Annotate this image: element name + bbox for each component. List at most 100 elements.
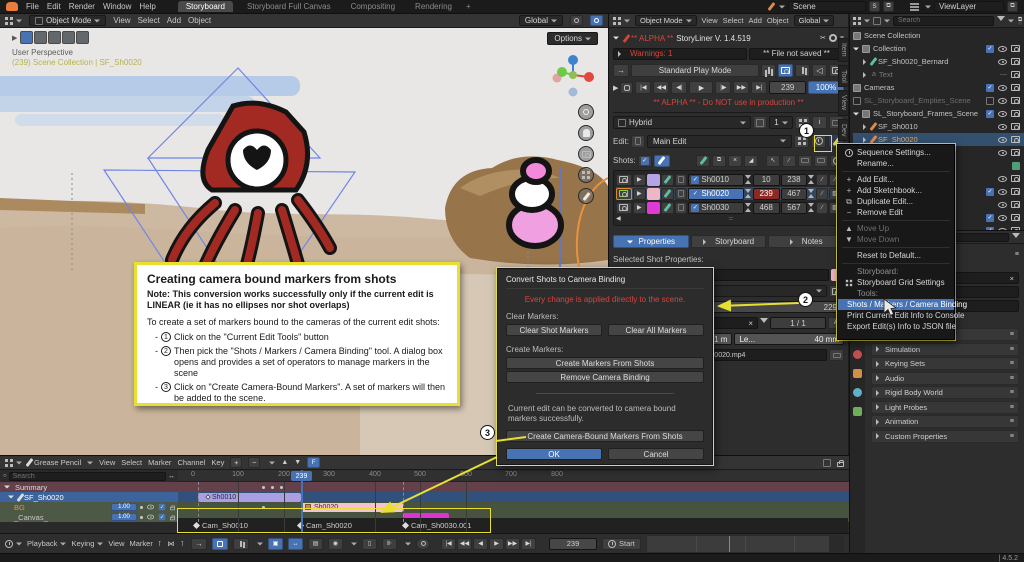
- select-box-tool-button[interactable]: [34, 31, 47, 44]
- panel-options-icon[interactable]: ≡: [1015, 251, 1019, 258]
- edit-name-dropdown[interactable]: Main Edit: [647, 135, 792, 148]
- proportional-edit-button[interactable]: [590, 15, 603, 26]
- include-checkbox[interactable]: [986, 97, 994, 105]
- next-key-button[interactable]: ▶▶: [505, 538, 520, 550]
- menu-item-add-edit[interactable]: +Add Edit...: [838, 174, 954, 185]
- shot-extra-a-icon[interactable]: ∕: [816, 202, 828, 214]
- hide-eye-icon[interactable]: [147, 515, 154, 520]
- hide-eye-icon[interactable]: [998, 46, 1007, 52]
- transform-orientation-dropdown[interactable]: Global: [519, 15, 563, 26]
- create-markers-from-shots-button[interactable]: Create Markers From Shots: [506, 357, 704, 369]
- edit-page-icon[interactable]: [631, 135, 645, 148]
- jump-end-button[interactable]: ▶|: [751, 81, 767, 94]
- data-tab-icon[interactable]: [853, 407, 862, 416]
- shot-goto-icon[interactable]: ▶: [633, 202, 646, 214]
- menu-render[interactable]: Render: [69, 2, 95, 11]
- speaker-icon[interactable]: ◁: [812, 64, 827, 77]
- render-camera-icon[interactable]: [1011, 84, 1020, 91]
- marker-cam-sh0030[interactable]: Cam_Sh0030.001: [403, 521, 471, 530]
- render-camera-icon[interactable]: [1011, 45, 1020, 52]
- include-checkbox[interactable]: ✓: [986, 45, 994, 53]
- play-mode-arrow-button[interactable]: →: [613, 64, 629, 77]
- menu-view[interactable]: View: [113, 16, 130, 25]
- menu-item-move-up[interactable]: ▲Move Up: [838, 223, 954, 234]
- onion-button[interactable]: ▣: [268, 538, 283, 550]
- shot-draw-icon[interactable]: [661, 188, 674, 200]
- blender-logo-icon[interactable]: [6, 2, 18, 11]
- menu-item-duplicate-edit[interactable]: ⧉Duplicate Edit...: [838, 196, 954, 207]
- menu-edit[interactable]: Edit: [47, 2, 61, 11]
- frame-a-icon[interactable]: [798, 155, 812, 167]
- world-tab-icon[interactable]: [853, 350, 862, 359]
- shot-extra-a-icon[interactable]: ∕: [816, 188, 828, 200]
- info-icon[interactable]: i: [812, 116, 827, 129]
- outliner-row-cameras[interactable]: Cameras ✓: [853, 81, 1024, 94]
- hide-eye-icon[interactable]: [147, 505, 154, 510]
- hide-eye-icon[interactable]: [998, 111, 1007, 117]
- move-down-icon[interactable]: ▼: [294, 459, 301, 466]
- outliner-search-input[interactable]: [893, 16, 994, 26]
- menu-object[interactable]: Object: [188, 16, 211, 25]
- render-camera-icon[interactable]: [1011, 58, 1020, 65]
- next-key-button[interactable]: ▶▶: [733, 81, 749, 94]
- strip-sh0020[interactable]: Sh0020: [301, 503, 403, 512]
- select-lasso-tool-button[interactable]: [62, 31, 75, 44]
- shot-storyboard-icon[interactable]: [675, 174, 688, 186]
- shot-start-cell[interactable]: 10: [753, 174, 780, 186]
- menu-select[interactable]: Select: [138, 16, 160, 25]
- render-camera-icon[interactable]: [1011, 149, 1020, 156]
- tab-properties[interactable]: Properties: [613, 235, 689, 248]
- menu-file[interactable]: File: [26, 2, 39, 11]
- object-channel-row[interactable]: SF_Sh0020 Sh0010: [0, 492, 849, 502]
- create-camera-bound-markers-button[interactable]: Create Camera-Bound Markers From Shots: [506, 430, 704, 442]
- current-frame-field[interactable]: 239: [769, 81, 806, 94]
- toolbar-toggle-icon[interactable]: ▶: [12, 34, 17, 42]
- shot-start-cell[interactable]: 239: [753, 188, 780, 200]
- menu-item-shots-markers-camera-binding[interactable]: Shots / Markers / Camera Binding: [838, 299, 954, 310]
- start-frame-field[interactable]: Start: [602, 538, 641, 550]
- tab-rendering[interactable]: Rendering: [409, 1, 458, 12]
- move-shot-icon[interactable]: ↖: [766, 155, 780, 167]
- lock-icon[interactable]: [170, 507, 175, 511]
- section-audio[interactable]: Audio≡: [871, 372, 1019, 385]
- menu-help[interactable]: Help: [139, 2, 155, 11]
- outliner-row-bernard[interactable]: SF_Sh0020_Bernard: [853, 55, 1024, 68]
- dialog-title[interactable]: Convert Shots to Camera Binding: [506, 273, 704, 289]
- shot-goto-icon[interactable]: ▶: [633, 188, 646, 200]
- tab-notes[interactable]: Notes: [768, 235, 844, 248]
- tab-dev[interactable]: Dev: [838, 119, 849, 141]
- transform-orientation-dropdown[interactable]: Global: [794, 15, 835, 26]
- include-checkbox[interactable]: ✓: [986, 110, 994, 118]
- chart-button[interactable]: [233, 538, 249, 550]
- outliner-row-scene-collection[interactable]: Scene Collection: [853, 29, 1024, 42]
- shot-row-sh0010[interactable]: ▶ ✓Sh0010 10 238 ∕ ∕: [616, 173, 841, 186]
- prev-key-button[interactable]: ◀◀: [653, 81, 669, 94]
- section-rigid-body[interactable]: Rigid Body World≡: [871, 386, 1019, 399]
- menu-item-move-down[interactable]: ▼Move Down: [838, 234, 954, 245]
- menu-select[interactable]: Select: [121, 458, 142, 467]
- shot-goto-icon[interactable]: ▶: [633, 174, 646, 186]
- shot-camera-icon[interactable]: [616, 202, 632, 214]
- marker-cam-sh0020[interactable]: Cam_Sh0020: [298, 521, 352, 530]
- section-light-probes[interactable]: Light Probes≡: [871, 401, 1019, 414]
- levels-button[interactable]: ⊪: [382, 538, 397, 550]
- physics-tab-icon[interactable]: [853, 388, 862, 397]
- hide-eye-icon[interactable]: [998, 59, 1007, 65]
- zoom-icon[interactable]: [578, 104, 594, 120]
- pan-hand-icon[interactable]: [578, 125, 594, 141]
- section-keying-sets[interactable]: Keying Sets≡: [871, 357, 1019, 370]
- playhead-label[interactable]: 239: [291, 471, 312, 481]
- outliner-filter-icon[interactable]: [873, 17, 890, 25]
- tab-compositing[interactable]: Compositing: [345, 1, 401, 12]
- tab-item[interactable]: Item: [838, 38, 849, 62]
- select-all-shots-icon[interactable]: ✓: [638, 155, 652, 167]
- timeline-editor-icon[interactable]: [5, 540, 22, 548]
- jump-start-button[interactable]: |◀: [635, 81, 651, 94]
- clear-all-markers-button[interactable]: Clear All Markers: [608, 324, 704, 336]
- outliner-row-sf-sh0010[interactable]: SF_Sh0010: [853, 120, 1024, 133]
- render-camera-icon[interactable]: [1011, 110, 1020, 117]
- section-animation[interactable]: Animation≡: [871, 415, 1019, 428]
- menu-item-export-json[interactable]: Export Edit(s) Info to JSON file: [838, 321, 954, 332]
- shot-storyboard-icon[interactable]: [675, 202, 688, 214]
- include-checkbox[interactable]: ✓: [986, 84, 994, 92]
